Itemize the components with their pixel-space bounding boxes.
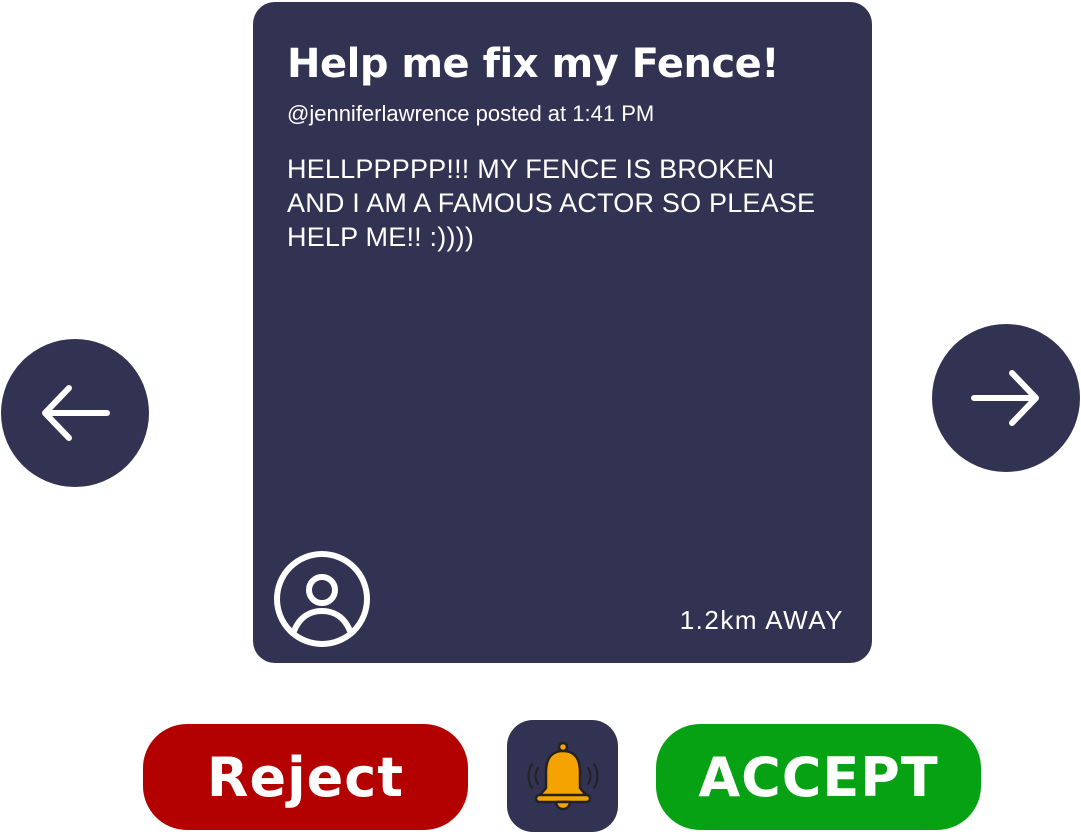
next-button[interactable] (932, 324, 1080, 472)
user-circle-icon (274, 551, 370, 647)
arrow-left-icon (42, 385, 110, 441)
distance-label: 1.2km AWAY (679, 605, 844, 635)
accept-button[interactable]: ACCEPT (656, 724, 981, 830)
notify-button[interactable] (507, 720, 618, 832)
arrow-right-icon (971, 370, 1039, 426)
job-post-card: Help me fix my Fence! @jenniferlawrence … (253, 2, 872, 663)
post-title: Help me fix my Fence! (287, 41, 780, 87)
reject-button[interactable]: Reject (143, 724, 468, 830)
previous-button[interactable] (1, 339, 149, 487)
post-body: HELLPPPPP!!! MY FENCE IS BROKEN AND I AM… (287, 154, 816, 252)
bell-icon (527, 741, 598, 811)
avatar[interactable] (273, 550, 371, 648)
post-meta: @jenniferlawrence posted at 1:41 PM (287, 101, 655, 126)
